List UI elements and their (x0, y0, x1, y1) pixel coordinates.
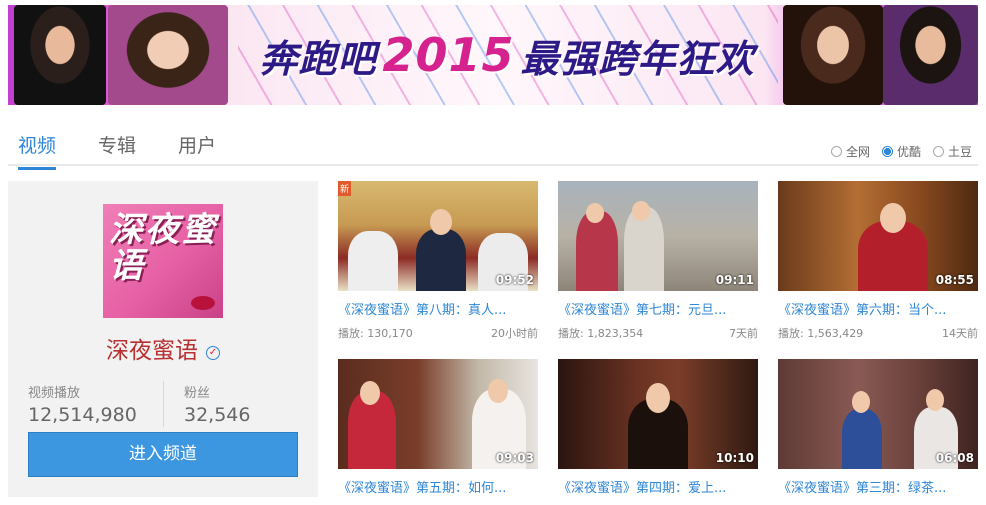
thumbnail-face (430, 209, 452, 235)
result-tabs: 视频 专辑 用户 全网 优酷 土豆 (8, 126, 978, 170)
video-duration: 09:52 (495, 273, 534, 287)
video-title[interactable]: 《深夜蜜语》第八期：真人... (338, 299, 538, 318)
radio-selected-icon (881, 146, 893, 157)
source-option-youku[interactable]: 优酷 (881, 143, 921, 160)
stat-fans-label: 粉丝 (184, 386, 211, 401)
banner-portrait (883, 5, 978, 105)
stat-plays-label: 视频播放 (28, 386, 81, 401)
video-card: 09:03 《深夜蜜语》第五期：如何... (338, 359, 538, 503)
promo-banner[interactable]: 奔跑吧 2015 最强跨年狂欢 (8, 5, 978, 105)
video-plays: 播放: 1,823,354 (558, 327, 644, 340)
banner-slogan-year: 2015 (382, 28, 515, 82)
thumbnail-figure (348, 231, 398, 291)
video-card: 06:08 《深夜蜜语》第三期：绿茶... (778, 359, 978, 503)
video-duration: 09:03 (495, 451, 534, 465)
stat-divider (163, 381, 164, 427)
video-time: 7天前 (729, 327, 758, 340)
banner-slogan: 奔跑吧 2015 最强跨年狂欢 (242, 27, 772, 83)
banner-portrait (108, 5, 228, 105)
video-thumbnail[interactable]: 新 09:52 (338, 181, 538, 291)
video-meta: 播放: 1,563,429 14天前 (778, 325, 978, 341)
video-meta: 播放: 1,823,354 7天前 (558, 325, 758, 341)
video-plays: 播放: 130,170 (338, 327, 413, 340)
source-option-label: 土豆 (947, 145, 972, 159)
tab-user[interactable]: 用户 (178, 131, 216, 168)
banner-slogan-left: 奔跑吧 (259, 36, 377, 81)
stat-plays-value: 12,514,980 (28, 404, 137, 426)
video-duration: 09:11 (715, 273, 754, 287)
thumbnail-figure (842, 409, 882, 469)
stat-plays: 视频播放 12,514,980 (28, 382, 137, 426)
thumbnail-figure (416, 229, 466, 291)
video-title[interactable]: 《深夜蜜语》第六期：当个... (778, 299, 978, 318)
thumbnail-face (632, 201, 650, 221)
video-duration: 08:55 (935, 273, 974, 287)
thumbnail-face (926, 389, 944, 411)
video-duration: 10:10 (715, 451, 754, 465)
video-card: 08:55 《深夜蜜语》第六期：当个... 播放: 1,563,429 14天前 (778, 181, 978, 341)
video-title[interactable]: 《深夜蜜语》第三期：绿茶... (778, 477, 978, 496)
video-duration: 06:08 (935, 451, 974, 465)
video-title[interactable]: 《深夜蜜语》第四期：爱上... (558, 477, 758, 496)
channel-name-row: 深夜蜜语 ✓ (8, 331, 318, 365)
banner-portrait (783, 5, 883, 105)
thumbnail-face (646, 383, 670, 413)
enter-channel-button[interactable]: 进入频道 (28, 432, 298, 477)
source-option-all[interactable]: 全网 (830, 143, 870, 160)
tab-album[interactable]: 专辑 (98, 131, 136, 168)
video-card: 10:10 《深夜蜜语》第四期：爱上... (558, 359, 758, 503)
radio-icon (830, 146, 842, 157)
video-meta: 播放: 130,170 20小时前 (338, 325, 538, 341)
new-badge: 新 (338, 181, 352, 196)
stat-fans: 粉丝 32,546 (184, 382, 250, 426)
source-filter: 全网 优酷 土豆 (830, 143, 972, 160)
video-card: 09:11 《深夜蜜语》第七期：元旦... 播放: 1,823,354 7天前 (558, 181, 758, 341)
thumbnail-face (488, 379, 508, 403)
channel-name[interactable]: 深夜蜜语 (106, 338, 198, 364)
video-card: 新 09:52 《深夜蜜语》第八期：真人... 播放: 130,170 20小时… (338, 181, 538, 341)
banner-slogan-right: 最强跨年狂欢 (520, 36, 755, 81)
tab-video[interactable]: 视频 (18, 131, 57, 170)
thumbnail-figure (576, 211, 618, 291)
video-thumbnail[interactable]: 10:10 (558, 359, 758, 469)
video-title[interactable]: 《深夜蜜语》第五期：如何... (338, 477, 538, 496)
source-option-tudou[interactable]: 土豆 (932, 143, 972, 160)
thumbnail-face (360, 381, 380, 405)
source-option-label: 优酷 (896, 145, 921, 159)
video-time: 14天前 (942, 327, 978, 340)
video-time: 20小时前 (491, 327, 538, 340)
channel-cover[interactable]: 深夜蜜语 (103, 204, 223, 318)
channel-cover-logo-text: 深夜蜜语 (109, 210, 217, 286)
banner-portrait (14, 5, 106, 105)
video-title[interactable]: 《深夜蜜语》第七期：元旦... (558, 299, 758, 318)
video-thumbnail[interactable]: 09:11 (558, 181, 758, 291)
source-option-label: 全网 (845, 145, 870, 159)
verified-icon: ✓ (206, 346, 220, 360)
radio-icon (932, 146, 944, 157)
video-thumbnail[interactable]: 09:03 (338, 359, 538, 469)
video-thumbnail[interactable]: 06:08 (778, 359, 978, 469)
thumbnail-face (586, 203, 604, 223)
lips-icon (191, 296, 215, 310)
video-plays: 播放: 1,563,429 (778, 327, 864, 340)
stat-fans-value: 32,546 (184, 404, 251, 426)
video-thumbnail[interactable]: 08:55 (778, 181, 978, 291)
channel-card: 深夜蜜语 深夜蜜语 ✓ 视频播放 12,514,980 粉丝 32,546 进入频… (8, 181, 318, 497)
thumbnail-face (880, 203, 906, 233)
thumbnail-face (852, 391, 870, 413)
